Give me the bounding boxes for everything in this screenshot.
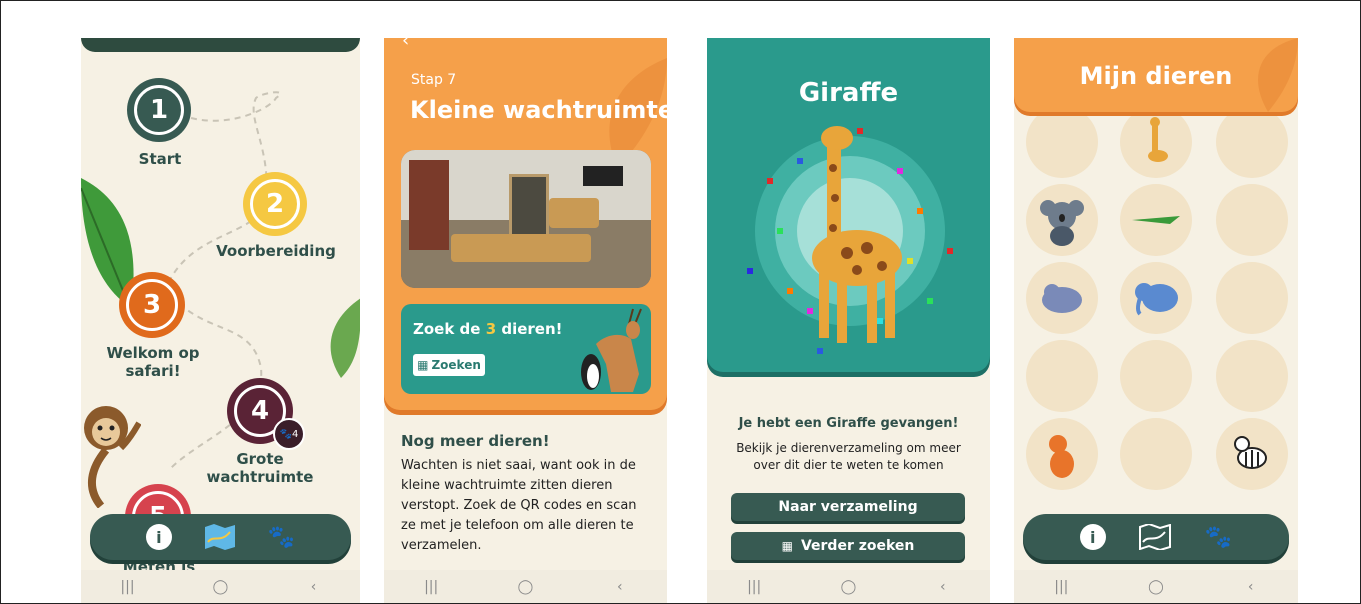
back-chevron[interactable]: ‹ (402, 38, 409, 51)
bottom-tab-bar: i 🐾 (90, 514, 351, 560)
back-icon[interactable]: ‹ (1231, 579, 1271, 595)
step-3-number: 3 (126, 279, 178, 331)
hippo-icon (1042, 284, 1082, 313)
step-1-label: Start (138, 150, 182, 168)
info-icon[interactable]: i (145, 524, 172, 550)
step-1-circle[interactable]: 1 (127, 78, 191, 142)
jungle-leaf-right (330, 298, 360, 378)
map-icon[interactable] (204, 524, 236, 550)
elephant-icon (1135, 283, 1178, 316)
animal-slot-flamingo-locked[interactable] (1216, 340, 1288, 412)
screen-animal-collection: Mijn dieren i 🐾 ||| ◯ ‹ (1014, 38, 1298, 604)
back-icon[interactable]: ‹ (923, 579, 963, 595)
animal-slot-monkey-locked[interactable] (1026, 106, 1098, 178)
page-title: Kleine wachtruimte (410, 96, 667, 124)
screen-route-map: 1 Start 2 Voorbereiding 3 Welkom op safa… (81, 38, 360, 604)
recents-icon[interactable]: ||| (108, 579, 148, 595)
animal-slot-elephant[interactable] (1120, 262, 1192, 334)
home-icon[interactable]: ◯ (505, 579, 545, 595)
animal-slot-penguin-locked[interactable] (1216, 262, 1288, 334)
android-nav-bar: ||| ◯ ‹ (81, 570, 360, 604)
page-title: Mijn dieren (1079, 62, 1233, 90)
step-2-circle[interactable]: 2 (243, 172, 307, 236)
animal-slot-zebra[interactable] (1216, 418, 1288, 490)
giraffe-icon (1148, 117, 1168, 162)
paw-count: 4 (292, 428, 299, 440)
screen-step-detail: ‹ Stap 7 Kleine wachtruimte Zoek de 3 di… (384, 38, 667, 604)
home-icon[interactable]: ◯ (828, 579, 868, 595)
waiting-room-photo (401, 150, 651, 288)
zebra-icon (1234, 436, 1267, 469)
koala-icon (1040, 200, 1084, 246)
animal-slot-rhino-locked[interactable] (1026, 340, 1098, 412)
info-icon[interactable]: i (1079, 524, 1106, 550)
step-3-label: Welkom op safari! (106, 344, 200, 380)
collection-button[interactable]: Naar verzameling (731, 493, 965, 521)
screen-animal-caught: Giraffe Je hebt een Giraffe gevangen! Be… (707, 38, 990, 604)
search-card-prefix: Zoek de (413, 320, 486, 338)
bottom-tab-bar: i 🐾 (1023, 514, 1289, 560)
search-more-button[interactable]: ▦ Verder zoeken (731, 532, 965, 560)
paw-icon: 🐾 (279, 428, 293, 440)
animal-slot-crocodile[interactable] (1120, 184, 1192, 256)
step-2-label: Voorbereiding (216, 242, 336, 260)
antelope-penguin-illustration (581, 308, 642, 392)
search-more-button-label: Verder zoeken (800, 538, 915, 554)
home-icon[interactable]: ◯ (201, 579, 241, 595)
android-nav-bar: ||| ◯ ‹ (384, 570, 667, 604)
step-4-label: Grote wachtruimte (206, 450, 314, 486)
recents-icon[interactable]: ||| (411, 579, 451, 595)
tiger-icon (1049, 435, 1074, 478)
section-heading: Nog meer dieren! (401, 432, 550, 450)
animal-slot-hippo[interactable] (1026, 262, 1098, 334)
step-1-number: 1 (134, 85, 184, 135)
animal-slot-giraffe[interactable] (1120, 106, 1192, 178)
animal-name-title: Giraffe (798, 78, 899, 108)
recents-icon[interactable]: ||| (1041, 579, 1081, 595)
paw-count-badge: 🐾 4 (273, 418, 305, 450)
animal-slot-koala[interactable] (1026, 184, 1098, 256)
search-animals-card[interactable]: Zoek de 3 dieren! ▦ Zoeken (401, 304, 651, 394)
paw-icon[interactable]: 🐾 (1205, 525, 1232, 550)
animal-slot-antelope-locked[interactable] (1216, 106, 1288, 178)
search-card-count: 3 (485, 320, 497, 338)
recents-icon[interactable]: ||| (734, 579, 774, 595)
animal-slot-tiger[interactable] (1026, 418, 1098, 490)
search-button[interactable]: ▦ Zoeken (413, 354, 485, 376)
caught-description: Bekijk je dierenverzameling om meer over… (736, 441, 961, 472)
android-nav-bar: ||| ◯ ‹ (707, 570, 990, 604)
back-icon[interactable]: ‹ (600, 579, 640, 595)
search-button-label: Zoeken (431, 358, 481, 372)
qr-icon: ▦ (781, 539, 793, 553)
section-body: Wachten is niet saai, want ook in de kle… (401, 458, 637, 553)
animal-slot-lion-locked[interactable] (1216, 184, 1288, 256)
step-3-circle[interactable]: 3 (119, 272, 185, 338)
home-icon[interactable]: ◯ (1136, 579, 1176, 595)
map-icon[interactable] (1139, 524, 1172, 550)
step-2-number: 2 (250, 179, 300, 229)
giraffe-illustration (747, 126, 953, 354)
caught-message: Je hebt een Giraffe gevangen! (738, 416, 959, 431)
step-number-label: Stap 7 (411, 72, 457, 88)
search-card-title: Zoek de 3 dieren! (413, 320, 563, 338)
android-nav-bar: ||| ◯ ‹ (1014, 570, 1298, 604)
crocodile-icon (1132, 216, 1180, 224)
collection-button-label: Naar verzameling (778, 499, 918, 515)
monkey-illustration (84, 406, 141, 508)
animal-slot-bird-locked[interactable] (1120, 418, 1192, 490)
qr-icon: ▦ (417, 358, 429, 372)
animal-slot-turtle-locked[interactable] (1120, 340, 1192, 412)
back-icon[interactable]: ‹ (294, 579, 334, 595)
paw-icon[interactable]: 🐾 (268, 525, 295, 550)
